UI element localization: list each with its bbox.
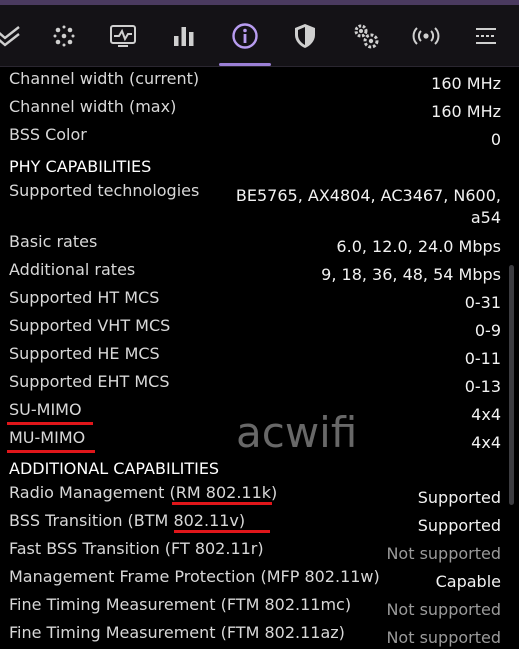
row-value: Not supported xyxy=(386,544,501,563)
broadcast-icon xyxy=(412,26,440,45)
section-header-additional: ADDITIONAL CAPABILITIES xyxy=(9,459,220,478)
info-icon xyxy=(232,22,258,49)
su-mimo-underline xyxy=(7,422,93,425)
row-label: Radio Management (RM 802.11k) xyxy=(9,483,278,502)
row-label: Channel width (max) xyxy=(9,97,177,116)
row-value: 0-11 xyxy=(464,349,501,368)
tab-charts[interactable] xyxy=(154,5,214,66)
menu-icon xyxy=(476,27,496,44)
mu-mimo-underline xyxy=(7,450,95,453)
row-label: Fast BSS Transition (FT 802.11r) xyxy=(9,539,264,558)
row-value: 160 MHz xyxy=(431,102,501,121)
row-label: BSS Color xyxy=(9,125,87,144)
shield-icon xyxy=(295,23,315,48)
chart-monitor-icon xyxy=(110,24,136,47)
row-label: Supported VHT MCS xyxy=(9,316,171,335)
tab-signal[interactable] xyxy=(396,5,456,66)
row-value: Supported xyxy=(417,516,501,535)
tab-security[interactable] xyxy=(275,5,335,66)
row-value: 4x4 xyxy=(471,433,501,452)
row-label: Additional rates xyxy=(9,260,136,279)
tab-networks[interactable] xyxy=(34,5,94,66)
tab-menu[interactable] xyxy=(456,5,516,66)
tab-info[interactable] xyxy=(215,5,275,66)
tab-bar xyxy=(0,5,519,67)
row-label: Basic rates xyxy=(9,232,98,251)
tab-monitor[interactable] xyxy=(93,5,153,66)
row-value: 6.0, 12.0, 24.0 Mbps xyxy=(336,237,501,256)
dots-grid-icon xyxy=(53,25,75,46)
row-value: Supported xyxy=(417,488,501,507)
row-label: Supported EHT MCS xyxy=(9,372,170,391)
row-value: 4x4 xyxy=(471,405,501,424)
row-value: 0-13 xyxy=(464,377,501,396)
scrollbar[interactable] xyxy=(509,265,514,505)
row-value: Not supported xyxy=(386,628,501,647)
row-value: Capable xyxy=(435,572,501,591)
section-header-phy: PHY CAPABILITIES xyxy=(9,157,152,176)
row-label: Supported technologies xyxy=(9,181,200,200)
row-label: Supported HE MCS xyxy=(9,344,160,363)
row-label: Fine Timing Measurement (FTM 802.11az) xyxy=(9,623,345,642)
watermark-text: acwifi xyxy=(236,408,358,457)
row-label: Channel width (current) xyxy=(9,69,200,88)
row-value: 0-9 xyxy=(474,321,501,340)
row-value: 0-31 xyxy=(464,293,501,312)
row-value: BE5765, AX4804, AC3467, N600, xyxy=(235,186,501,205)
row-label: BSS Transition (BTM 802.11v) xyxy=(9,511,246,530)
row-value: 160 MHz xyxy=(431,74,501,93)
row-value: 0 xyxy=(490,130,501,149)
row-label: SU-MIMO xyxy=(9,400,82,419)
details-list[interactable]: Channel width (current) 160 MHz Channel … xyxy=(0,66,519,649)
gears-icon xyxy=(354,24,379,48)
row-label: Management Frame Protection (MFP 802.11w… xyxy=(9,567,380,586)
row-label: Fine Timing Measurement (FTM 802.11mc) xyxy=(9,595,352,614)
row-label: Supported HT MCS xyxy=(9,288,160,307)
row-value-continued: a54 xyxy=(470,208,501,227)
btm-80211v-underline xyxy=(174,530,270,533)
bar-chart-icon xyxy=(174,26,194,46)
row-value: Not supported xyxy=(386,600,501,619)
check-icon xyxy=(0,25,20,47)
tab-settings[interactable] xyxy=(336,5,396,66)
tab-overview[interactable] xyxy=(0,5,38,66)
row-label: MU-MIMO xyxy=(9,428,86,447)
row-value: 9, 18, 36, 48, 54 Mbps xyxy=(321,265,501,284)
rm-80211k-underline xyxy=(172,502,272,505)
